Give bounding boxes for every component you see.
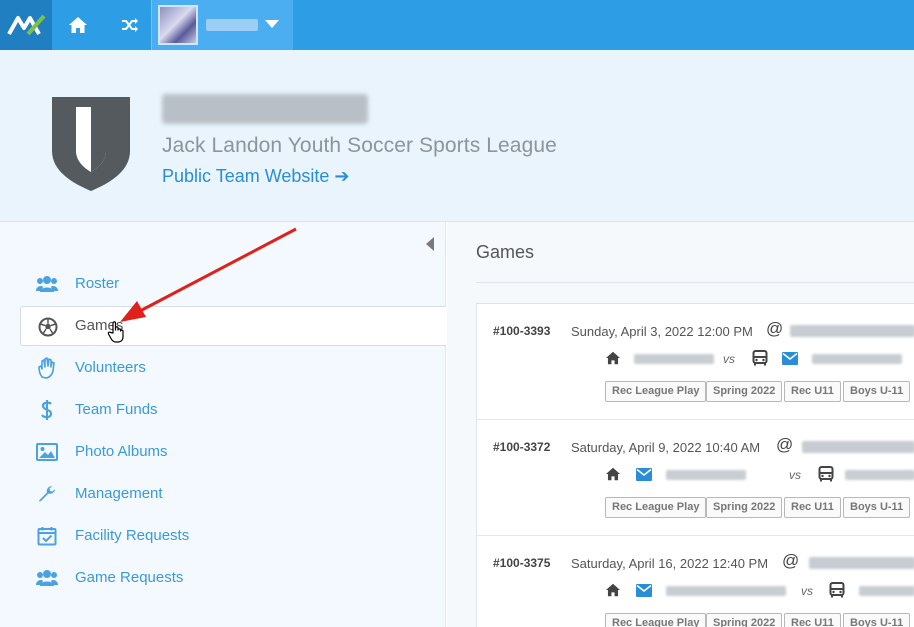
calendar-check-icon — [36, 526, 58, 546]
sidebar-item-volunteers[interactable]: Volunteers — [20, 348, 446, 388]
game-id[interactable]: #100-3375 — [493, 556, 550, 570]
top-navbar — [0, 0, 914, 50]
collapse-sidebar-icon[interactable] — [426, 237, 434, 251]
home-team-name[interactable] — [666, 470, 746, 480]
at-symbol: @ — [776, 435, 794, 454]
sidebar-item-label: Roster — [75, 275, 120, 292]
wrench-icon — [36, 484, 58, 504]
team-header: Jack Landon Youth Soccer Sports League P… — [0, 50, 914, 222]
team-switcher-name — [206, 19, 258, 31]
game-venue[interactable] — [790, 325, 914, 337]
hand-icon — [36, 357, 58, 379]
at-symbol: @ — [766, 319, 784, 338]
tag-season: Spring 2022 — [706, 497, 783, 518]
home-team-name[interactable] — [666, 586, 786, 596]
sidebar-item-game-requests[interactable]: Game Requests — [20, 558, 446, 598]
sidebar-item-label: Photo Albums — [75, 443, 168, 460]
sidebar-item-games[interactable]: Games — [20, 306, 446, 346]
team-avatar — [158, 5, 198, 45]
sidebar-item-roster[interactable]: Roster — [20, 264, 446, 304]
sidebar-item-label: Game Requests — [75, 569, 184, 586]
away-team-name[interactable] — [812, 354, 902, 364]
shield-icon — [50, 95, 132, 198]
users-icon — [36, 274, 58, 294]
vs-label: vs — [801, 584, 813, 598]
sidebar-item-facility-requests[interactable]: Facility Requests — [20, 516, 446, 556]
tag-group: Boys U-11 — [843, 497, 911, 518]
sidebar: Roster Games Volunteers Team Funds Photo… — [0, 222, 446, 627]
public-team-website-link[interactable]: Public Team Website ➔ — [162, 166, 350, 187]
game-id[interactable]: #100-3372 — [493, 440, 550, 454]
caret-down-icon — [265, 20, 279, 28]
game-venue[interactable] — [809, 557, 914, 569]
envelope-icon[interactable] — [635, 582, 653, 598]
home-icon — [604, 466, 622, 482]
away-team-name[interactable] — [845, 470, 914, 480]
team-title — [162, 94, 368, 124]
league-name: Jack Landon Youth Soccer Sports League — [162, 134, 557, 157]
sidebar-item-label: Volunteers — [75, 359, 146, 376]
home-icon — [604, 582, 622, 598]
sidebar-item-management[interactable]: Management — [20, 474, 446, 514]
tag-season: Spring 2022 — [706, 613, 783, 627]
vs-label: vs — [789, 468, 801, 482]
game-row[interactable]: #100-3372 Saturday, April 9, 2022 10:40 … — [477, 420, 914, 536]
shuffle-button[interactable] — [104, 0, 156, 50]
envelope-icon[interactable] — [781, 350, 799, 366]
sidebar-item-label: Facility Requests — [75, 527, 190, 544]
tag-league: Rec League Play — [605, 497, 707, 518]
home-icon — [69, 17, 87, 33]
shuffle-icon — [122, 18, 138, 32]
game-venue[interactable] — [802, 441, 914, 453]
game-date: Saturday, April 9, 2022 10:40 AM — [571, 440, 761, 455]
sidebar-item-label: Team Funds — [75, 401, 158, 418]
main-content: Games #100-3393 Sunday, April 3, 2022 12… — [447, 222, 914, 627]
games-list: #100-3393 Sunday, April 3, 2022 12:00 PM… — [476, 303, 914, 627]
envelope-icon[interactable] — [635, 466, 653, 482]
tag-league: Rec League Play — [605, 613, 707, 627]
home-team-name[interactable] — [634, 354, 714, 364]
game-date: Sunday, April 3, 2022 12:00 PM — [571, 324, 753, 339]
vs-label: vs — [723, 352, 735, 366]
home-icon — [604, 350, 622, 366]
home-button[interactable] — [52, 0, 104, 50]
game-date: Saturday, April 16, 2022 12:40 PM — [571, 556, 769, 571]
tag-division: Rec U11 — [784, 497, 841, 518]
tag-league: Rec League Play — [605, 381, 707, 402]
soccer-ball-icon — [37, 317, 59, 337]
bus-icon — [828, 582, 846, 598]
game-id[interactable]: #100-3393 — [493, 324, 550, 338]
game-row[interactable]: #100-3375 Saturday, April 16, 2022 12:40… — [477, 536, 914, 627]
divider — [476, 282, 914, 283]
team-switcher[interactable] — [151, 0, 293, 50]
at-symbol: @ — [782, 551, 800, 570]
game-row[interactable]: #100-3393 Sunday, April 3, 2022 12:00 PM… — [477, 304, 914, 420]
bus-icon — [751, 350, 769, 366]
tag-division: Rec U11 — [784, 381, 841, 402]
hand-cursor-icon — [107, 320, 127, 349]
image-icon — [36, 442, 58, 462]
users-icon — [36, 568, 58, 588]
tag-division: Rec U11 — [784, 613, 841, 627]
bus-icon — [817, 466, 835, 482]
mx-logo-icon[interactable] — [0, 0, 52, 50]
tag-season: Spring 2022 — [706, 381, 783, 402]
tag-group: Boys U-11 — [843, 381, 911, 402]
tag-group: Boys U-11 — [843, 613, 911, 627]
sidebar-item-team-funds[interactable]: Team Funds — [20, 390, 446, 430]
away-team-name[interactable] — [859, 586, 914, 596]
sidebar-item-photo-albums[interactable]: Photo Albums — [20, 432, 446, 472]
dollar-icon — [36, 400, 58, 420]
sidebar-item-label: Management — [75, 485, 163, 502]
page-title: Games — [476, 242, 535, 262]
